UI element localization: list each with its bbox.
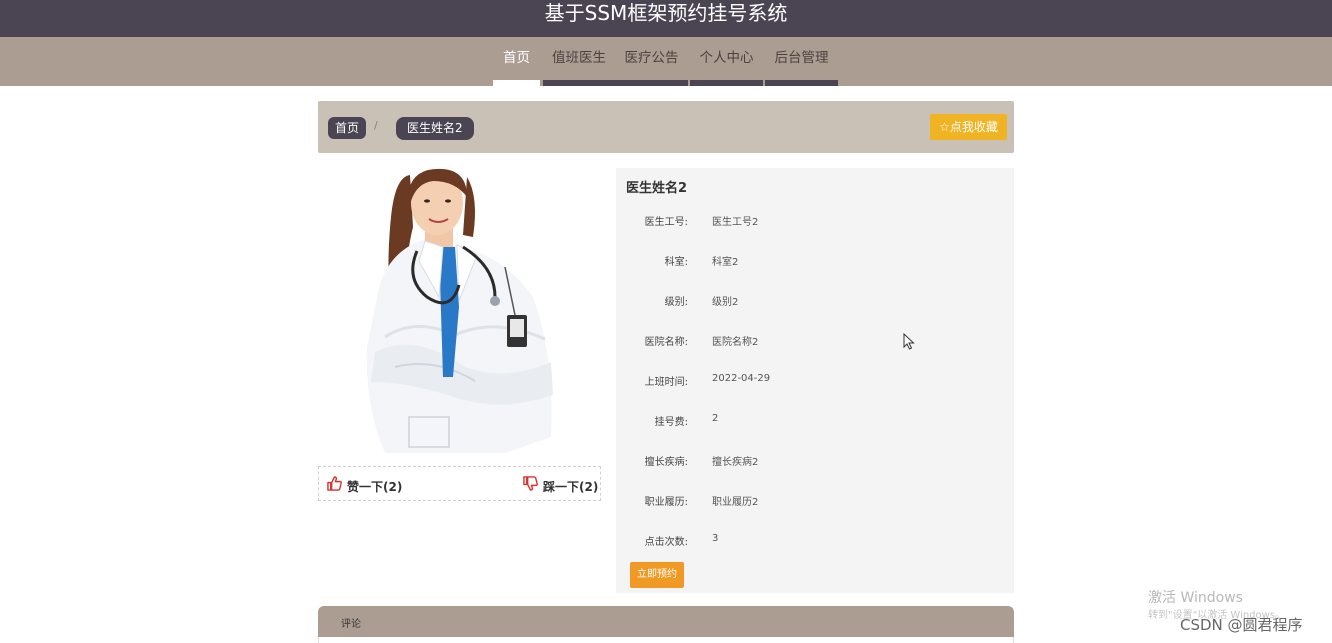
info-value: 2022-04-29 (712, 373, 771, 384)
nav-item-label: 后台管理 (774, 50, 829, 66)
info-row-clicks: 点击次数: 3 (616, 533, 1014, 549)
info-label: 上班时间: (644, 377, 688, 388)
nav-item-notices[interactable]: 医疗公告 (615, 37, 688, 86)
nav-underline (690, 80, 763, 86)
comments-body (318, 637, 1014, 643)
nav-active-indicator (493, 80, 540, 86)
doctor-name: 医生姓名2 (626, 181, 688, 196)
info-value: 医院名称2 (712, 337, 759, 348)
breadcrumb-home[interactable]: 首页 (328, 117, 367, 139)
page: 基于SSM框架预约挂号系统 首页 值班医生 医疗公告 个人中心 后台管理 首页 … (0, 0, 1332, 643)
info-row-fee: 挂号费: 2 (616, 413, 1014, 429)
info-row-work-time: 上班时间: 2022-04-29 (616, 373, 1014, 389)
nav-item-label: 个人中心 (699, 50, 754, 66)
info-value: 职业履历2 (712, 497, 759, 508)
site-title: 基于SSM框架预约挂号系统 (544, 1, 788, 25)
dislike-button[interactable]: 踩一下(2) (523, 476, 603, 494)
like-button[interactable]: 赞一下(2) (327, 476, 407, 494)
info-row-specialty: 擅长疾病: 擅长疾病2 (616, 453, 1014, 469)
info-label: 级别: (664, 297, 688, 308)
nav-item-admin[interactable]: 后台管理 (765, 37, 838, 86)
info-value: 3 (712, 533, 719, 544)
info-value: 擅长疾病2 (712, 457, 759, 468)
comments-title: 评论 (341, 619, 361, 630)
nav-item-duty-doctors[interactable]: 值班医生 (543, 37, 615, 86)
windows-activation-watermark: 激活 Windows (1148, 590, 1243, 606)
csdn-watermark: CSDN @圆君程序 (1180, 616, 1303, 634)
info-value: 级别2 (712, 297, 739, 308)
nav-item-label: 医疗公告 (624, 50, 679, 66)
book-now-button[interactable]: 立即预约 (630, 562, 684, 588)
nav-underline (543, 80, 615, 86)
title-bar: 基于SSM框架预约挂号系统 (0, 0, 1332, 37)
mouse-cursor-icon (903, 333, 915, 350)
info-label: 挂号费: (654, 417, 688, 428)
nav-item-profile[interactable]: 个人中心 (690, 37, 763, 86)
nav-bar: 首页 值班医生 医疗公告 个人中心 后台管理 (0, 37, 1332, 86)
info-value: 2 (712, 413, 719, 424)
info-row-career: 职业履历: 职业履历2 (616, 493, 1014, 509)
nav-item-label: 首页 (503, 50, 530, 66)
nav-item-home[interactable]: 首页 (493, 37, 540, 86)
doctor-photo (366, 168, 553, 453)
comments-header: 评论 (318, 606, 1014, 637)
dislike-count-label: 踩一下(2) (543, 480, 599, 494)
nav-underline (765, 80, 838, 86)
info-value: 科室2 (712, 257, 739, 268)
like-count-label: 赞一下(2) (347, 480, 403, 494)
info-label: 医生工号: (644, 217, 688, 228)
breadcrumb-separator: / (374, 119, 378, 132)
favorite-button[interactable]: ☆点我收藏 (930, 114, 1007, 140)
info-label: 点击次数: (644, 537, 688, 548)
doctor-info-panel: 医生姓名2 医生工号: 医生工号2 科室: 科室2 级别: 级别2 医院名称: … (616, 168, 1014, 593)
info-row-employee-id: 医生工号: 医生工号2 (616, 213, 1014, 229)
nav-underline (615, 80, 688, 86)
nav-item-label: 值班医生 (552, 50, 606, 66)
thumbs-up-icon (327, 476, 342, 491)
info-row-hospital: 医院名称: 医院名称2 (616, 333, 1014, 349)
info-value: 医生工号2 (712, 217, 759, 228)
breadcrumb-current: 医生姓名2 (396, 117, 474, 140)
info-row-level: 级别: 级别2 (616, 293, 1014, 309)
breadcrumb: 首页 / 医生姓名2 ☆点我收藏 (318, 101, 1014, 153)
info-label: 职业履历: (644, 497, 688, 508)
thumbs-down-icon (523, 476, 538, 491)
info-label: 擅长疾病: (644, 457, 688, 468)
vote-box: 赞一下(2) 踩一下(2) (318, 466, 601, 501)
info-row-department: 科室: 科室2 (616, 253, 1014, 269)
info-label: 医院名称: (644, 337, 688, 348)
info-label: 科室: (664, 257, 688, 268)
